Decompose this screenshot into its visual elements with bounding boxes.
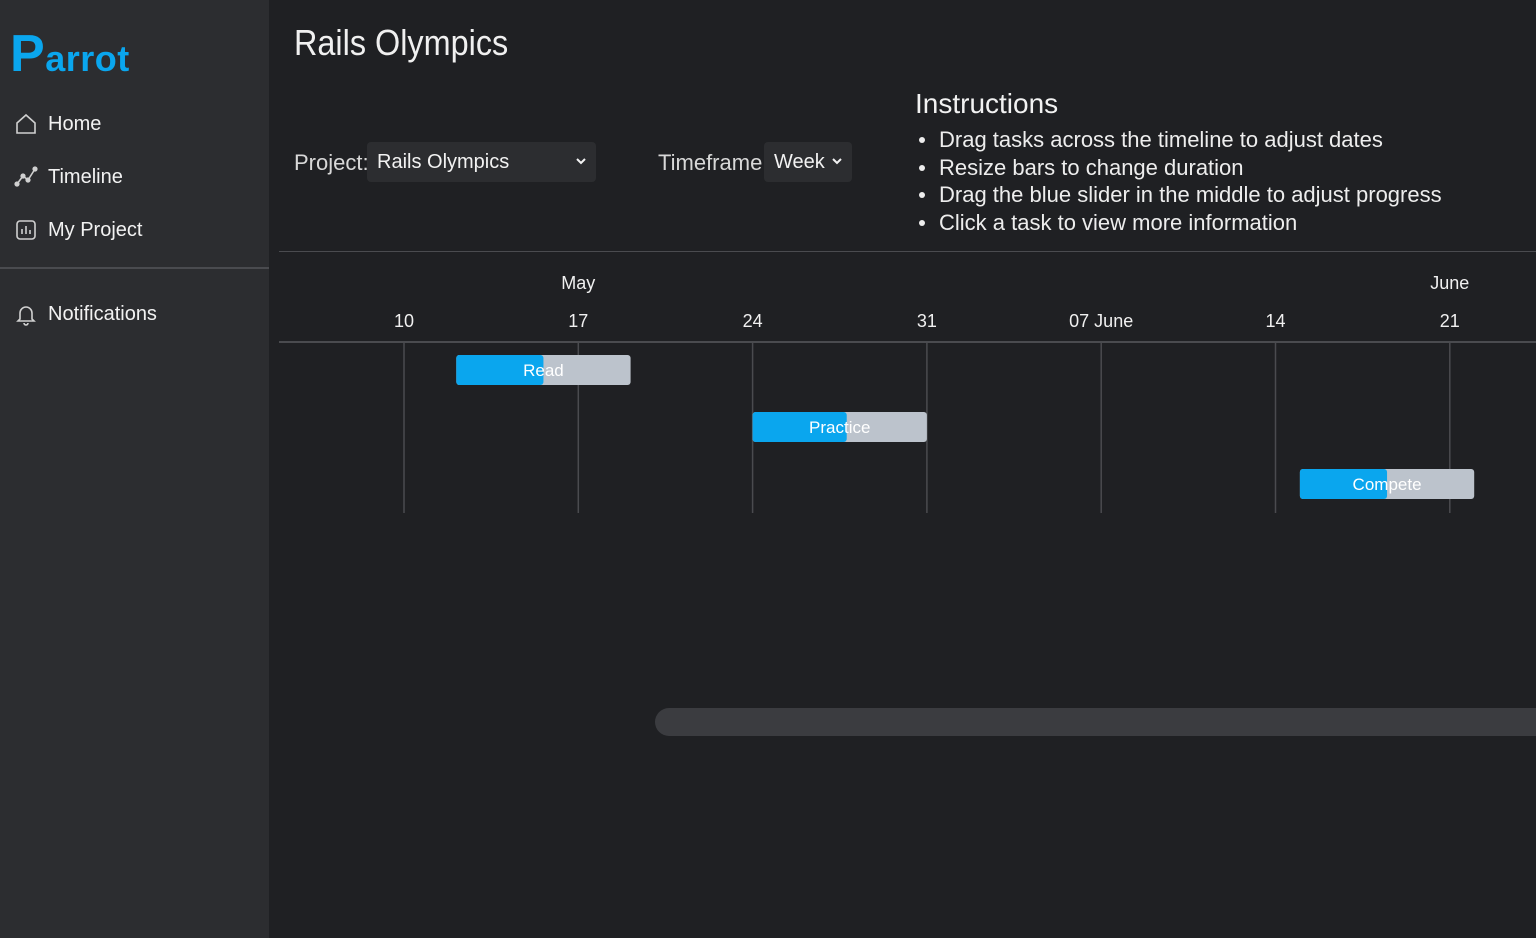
month-label: June (1430, 273, 1469, 293)
task-label: Read (523, 361, 564, 380)
main-content: Rails Olympics Project: Rails Olympics T… (269, 0, 1536, 938)
horizontal-scrollbar[interactable] (655, 708, 1536, 736)
timeline-icon (14, 166, 38, 187)
instruction-item: Drag the blue slider in the middle to ad… (915, 181, 1442, 209)
tick-label: 10 (394, 311, 414, 331)
sidebar-divider (0, 267, 269, 269)
bell-icon (16, 306, 36, 326)
sidebar-item-label: Home (48, 112, 102, 135)
gantt-chart: 10 17 24 31 07 June 14 21 May June Read Practice Co… (394, 273, 1475, 513)
tick-label: 14 (1265, 311, 1285, 331)
page-title: Rails Olympics (294, 22, 509, 63)
task-label: Practice (809, 418, 870, 437)
tick-label: 31 (917, 311, 937, 331)
project-select[interactable]: Rails Olympics (367, 142, 596, 182)
chevron-down-icon (576, 158, 586, 165)
project-select-value: Rails Olympics (377, 150, 510, 173)
tick-label: 07 June (1069, 311, 1133, 331)
sidebar-item-label: Notifications (48, 302, 157, 325)
instructions-list: Drag tasks across the timeline to adjust… (915, 126, 1442, 236)
instruction-item: Click a task to view more information (915, 209, 1442, 237)
sidebar-item-label: My Project (48, 218, 143, 241)
tick-label: 21 (1440, 311, 1460, 331)
sidebar-item-home[interactable]: Home (14, 112, 101, 136)
gantt-header-divider (279, 341, 1536, 343)
sidebar-item-label: Timeline (48, 165, 123, 188)
sidebar-item-my-project[interactable]: My Project (14, 218, 142, 242)
parrot-logo[interactable]: Parrot (10, 26, 130, 80)
instructions-title: Instructions (915, 88, 1059, 119)
timeframe-label: Timeframe: (658, 150, 769, 175)
header-divider (279, 251, 1536, 252)
sidebar-item-timeline[interactable]: Timeline (14, 165, 123, 189)
month-label: May (561, 273, 595, 293)
timeframe-select-value: Week (774, 150, 825, 173)
task-label: Compete (1353, 475, 1422, 494)
instruction-item: Drag tasks across the timeline to adjust… (915, 126, 1442, 154)
chart-icon (16, 220, 36, 240)
tick-label: 17 (568, 311, 588, 331)
home-icon (16, 113, 36, 134)
chevron-down-icon (832, 158, 842, 165)
timeframe-select[interactable]: Week (764, 142, 852, 182)
instruction-item: Resize bars to change duration (915, 154, 1442, 182)
sidebar-item-notifications[interactable]: Notifications (14, 302, 157, 326)
sidebar: Parrot Home Timeline My Project Notifica… (0, 0, 269, 938)
tick-label: 24 (743, 311, 763, 331)
project-label: Project: (294, 150, 369, 175)
